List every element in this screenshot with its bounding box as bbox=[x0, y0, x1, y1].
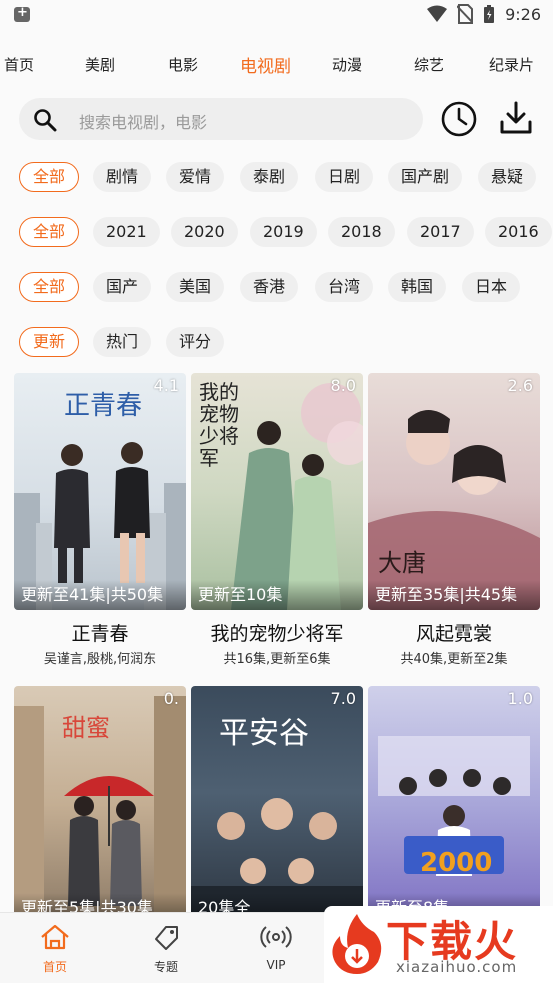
clock-icon bbox=[441, 101, 477, 137]
year-filter-row: 全部 2021 2020 2019 2018 2017 2016 bbox=[0, 217, 553, 251]
home-icon bbox=[41, 924, 69, 950]
rating-score: 7.0 bbox=[330, 689, 356, 708]
region-chip[interactable]: 香港 bbox=[240, 272, 299, 302]
search-placeholder: 搜索电视剧，电影 bbox=[79, 113, 208, 132]
poster-title-art: 2000 bbox=[420, 848, 493, 878]
sort-chip-rating[interactable]: 评分 bbox=[166, 327, 225, 357]
status-icons: 9:26 bbox=[427, 4, 541, 24]
region-chip[interactable]: 台湾 bbox=[315, 272, 374, 302]
year-chip[interactable]: 2018 bbox=[328, 217, 395, 247]
series-title: 我的宠物少将军 bbox=[210, 623, 344, 645]
sort-chip-popular[interactable]: 热门 bbox=[93, 327, 152, 357]
episode-status: 更新至10集 bbox=[191, 580, 363, 610]
rating-score: 1.0 bbox=[507, 689, 533, 708]
status-bar: 9:26 bbox=[0, 0, 553, 30]
nav-vip-label: VIP bbox=[266, 958, 286, 972]
series-subtitle: 共40集,更新至2集 bbox=[400, 652, 508, 667]
nav-topics[interactable]: 专题 bbox=[131, 923, 201, 975]
watermark-url: xiazaihuo.com bbox=[396, 958, 518, 976]
episode-status: 更新至35集|共45集 bbox=[368, 580, 540, 610]
rating-score: 4.1 bbox=[153, 376, 179, 395]
category-tabs: 首页 美剧 电影 电视剧 动漫 综艺 纪录片 bbox=[0, 44, 553, 84]
poster-title-art: 大唐 bbox=[378, 549, 426, 577]
search-icon bbox=[34, 109, 57, 132]
tab-us-series[interactable]: 美剧 bbox=[85, 54, 115, 75]
poster-title-art: 甜蜜 bbox=[62, 714, 110, 742]
genre-chip[interactable]: 悬疑 bbox=[478, 162, 537, 192]
wifi-icon bbox=[427, 5, 448, 22]
year-chip[interactable]: 2021 bbox=[93, 217, 160, 247]
year-chip[interactable]: 2020 bbox=[171, 217, 238, 247]
series-title: 正青春 bbox=[71, 623, 129, 645]
tab-anime[interactable]: 动漫 bbox=[332, 54, 362, 75]
broadcast-icon bbox=[260, 926, 292, 948]
battery-icon bbox=[484, 5, 495, 23]
nav-home-label: 首页 bbox=[42, 960, 67, 974]
flame-logo-icon bbox=[332, 914, 382, 974]
episode-status: 更新至41集|共50集 bbox=[14, 580, 186, 610]
poster-art bbox=[378, 736, 530, 876]
sort-chip-latest[interactable]: 更新 bbox=[19, 327, 80, 357]
series-title: 风起霓裳 bbox=[415, 623, 492, 645]
year-chip[interactable]: 2017 bbox=[407, 217, 474, 247]
search-input[interactable]: 搜索电视剧，电影 bbox=[19, 98, 423, 140]
watermark-overlay: 下载火 xiazaihuo.com bbox=[324, 906, 553, 983]
no-sim-icon bbox=[457, 4, 474, 24]
year-chip[interactable]: 2016 bbox=[485, 217, 552, 247]
clock-time: 9:26 bbox=[505, 4, 541, 24]
tag-icon bbox=[155, 926, 178, 950]
region-filter-row: 全部 国产 美国 香港 台湾 韩国 日本 bbox=[0, 272, 553, 306]
series-subtitle: 共16集,更新至6集 bbox=[223, 652, 331, 667]
rating-score: 0. bbox=[163, 689, 179, 708]
download-button[interactable] bbox=[497, 99, 535, 137]
region-chip[interactable]: 日本 bbox=[462, 272, 521, 302]
tab-home[interactable]: 首页 bbox=[4, 54, 34, 75]
genre-chip[interactable]: 国产剧 bbox=[388, 162, 463, 192]
region-chip[interactable]: 美国 bbox=[166, 272, 225, 302]
history-button[interactable] bbox=[440, 100, 478, 138]
genre-chip[interactable]: 泰剧 bbox=[240, 162, 299, 192]
poster-image: 平安谷 7.0 20集全 bbox=[191, 686, 363, 923]
poster-title-art: 我的宠物少将军 bbox=[199, 380, 239, 470]
nav-vip[interactable]: VIP bbox=[241, 923, 311, 972]
poster-image: 2000 1.0 更新至8集 bbox=[368, 686, 540, 923]
poster-image: 我的宠物少将军 8.0 更新至10集 bbox=[191, 373, 363, 610]
poster-image: 正青春 4.1 更新至41集|共50集 bbox=[14, 373, 186, 610]
poster-title-art: 平安谷 bbox=[219, 716, 309, 751]
nav-topics-label: 专题 bbox=[153, 960, 178, 974]
year-chip-all[interactable]: 全部 bbox=[19, 217, 80, 247]
download-icon bbox=[500, 101, 532, 134]
sort-filter-row: 更新 热门 评分 bbox=[0, 327, 553, 361]
poster-title-art: 正青春 bbox=[64, 391, 143, 421]
tab-tv-series[interactable]: 电视剧 bbox=[240, 52, 291, 77]
region-chip[interactable]: 韩国 bbox=[388, 272, 447, 302]
year-chip[interactable]: 2019 bbox=[250, 217, 317, 247]
poster-image: 大唐 2.6 更新至35集|共45集 bbox=[368, 373, 540, 610]
genre-chip[interactable]: 日剧 bbox=[315, 162, 374, 192]
notification-icon bbox=[14, 5, 30, 22]
region-chip[interactable]: 国产 bbox=[93, 272, 152, 302]
genre-chip-all[interactable]: 全部 bbox=[19, 162, 80, 192]
rating-score: 8.0 bbox=[330, 376, 356, 395]
region-chip-all[interactable]: 全部 bbox=[19, 272, 80, 302]
genre-filter-row: 全部 剧情 爱情 泰剧 日剧 国产剧 悬疑 bbox=[0, 162, 553, 196]
tab-documentary[interactable]: 纪录片 bbox=[489, 54, 534, 75]
tab-movies[interactable]: 电影 bbox=[168, 54, 198, 75]
nav-home[interactable]: 首页 bbox=[20, 923, 90, 975]
poster-image: 甜蜜 0. 更新至5集|共30集 bbox=[14, 686, 186, 923]
genre-chip[interactable]: 剧情 bbox=[93, 162, 152, 192]
rating-score: 2.6 bbox=[507, 376, 533, 395]
genre-chip[interactable]: 爱情 bbox=[166, 162, 225, 192]
tab-variety[interactable]: 综艺 bbox=[414, 54, 444, 75]
series-subtitle: 吴谨言,殷桃,何润东 bbox=[43, 652, 157, 667]
